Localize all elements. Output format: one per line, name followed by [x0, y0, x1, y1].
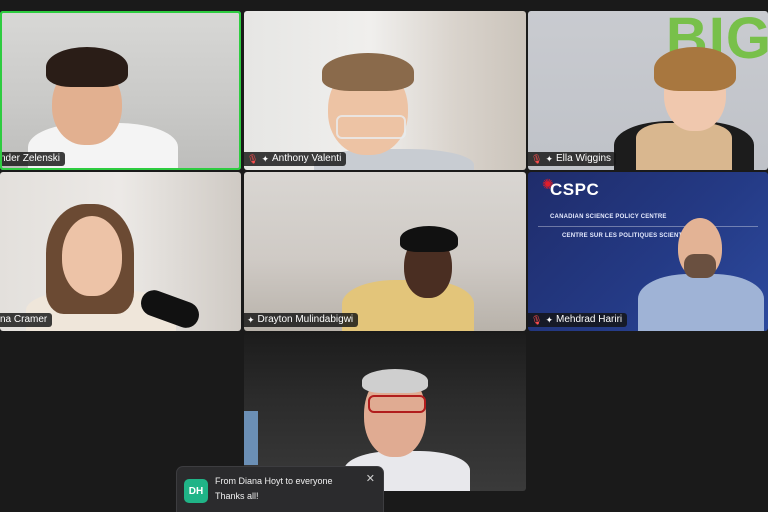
participant-name-label: nder Zelenski	[0, 152, 66, 166]
participant-name-label: na Cramer	[0, 313, 53, 327]
video-tile-drayton[interactable]: ✦ Drayton Mulindabigwi	[244, 172, 526, 331]
video-tile-cramer[interactable]: na Cramer	[0, 172, 241, 331]
participant-video	[244, 11, 526, 170]
participant-name: Anthony Valenti	[271, 153, 342, 164]
participant-name: na Cramer	[0, 314, 48, 325]
participant-name: Drayton Mulindabigwi	[257, 314, 354, 325]
close-icon[interactable]: ✕	[366, 472, 375, 485]
participant-name-label: 🎙 ✦ Mehdrad Hariri	[528, 313, 628, 327]
participant-name: nder Zelenski	[0, 153, 61, 164]
participant-video	[528, 11, 768, 170]
participant-name-label: ✦ Drayton Mulindabigwi	[244, 313, 359, 327]
pin-icon: ✦	[261, 154, 269, 164]
video-tile-anthony[interactable]: 🎙 ✦ Anthony Valenti	[244, 11, 526, 170]
chat-notification[interactable]: DH From Diana Hoyt to everyone Thanks al…	[177, 467, 383, 512]
participant-name: Mehdrad Hariri	[555, 314, 623, 325]
participant-video	[528, 172, 768, 331]
muted-mic-icon: 🎙	[247, 154, 259, 164]
video-tile-zelenski[interactable]: nder Zelenski	[0, 11, 241, 170]
avatar: DH	[184, 479, 208, 503]
participant-video	[0, 11, 241, 170]
pin-icon: ✦	[545, 154, 553, 164]
participant-name-label: 🎙 ✦ Anthony Valenti	[244, 152, 347, 166]
chat-message: Thanks all!	[215, 491, 259, 501]
participant-name-label: 🎙 ✦ Ella Wiggins	[528, 152, 617, 166]
participant-video	[0, 172, 241, 331]
chat-sender: From Diana Hoyt to everyone	[215, 476, 333, 486]
pin-icon: ✦	[545, 315, 553, 325]
muted-mic-icon: 🎙	[531, 154, 543, 164]
video-tile-ella[interactable]: BIG 🎙 ✦ Ella Wiggins	[528, 11, 768, 170]
participant-video	[244, 172, 526, 331]
pin-icon: ✦	[247, 315, 255, 325]
video-tile-mehdrad[interactable]: ✺ CSPC CANADIAN SCIENCE POLICY CENTRE CE…	[528, 172, 768, 331]
muted-mic-icon: 🎙	[531, 315, 543, 325]
participant-name: Ella Wiggins	[555, 153, 612, 164]
video-gallery: nder Zelenski 🎙 ✦ Anthony Valenti BIG 🎙 …	[0, 0, 768, 512]
